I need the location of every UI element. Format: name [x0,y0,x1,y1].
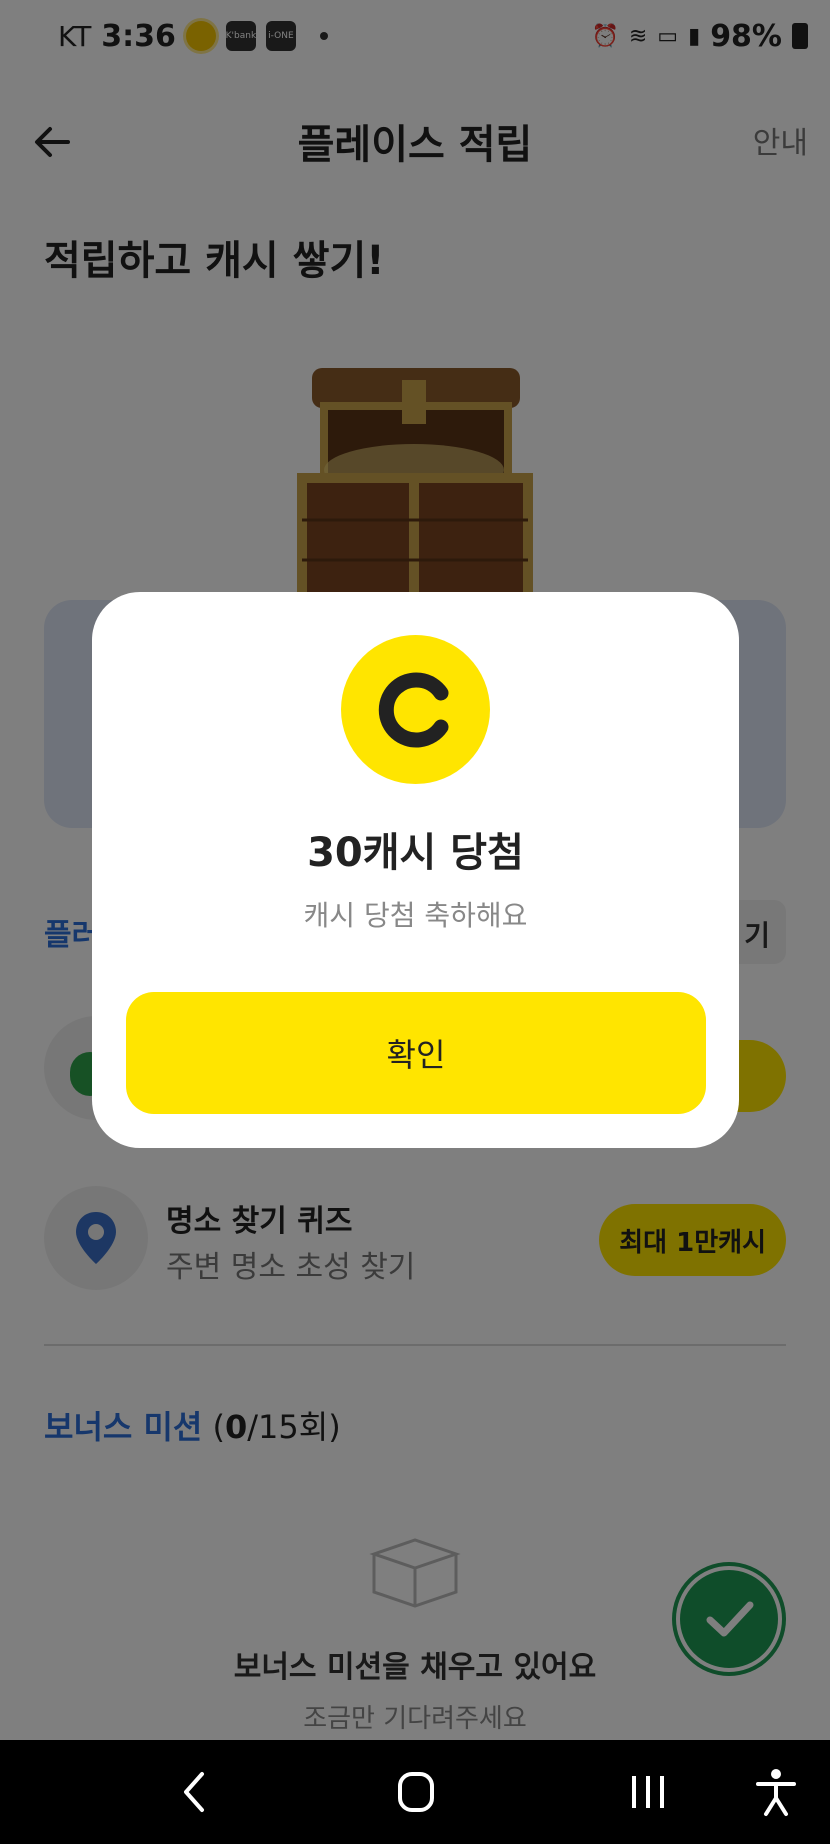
reward-dialog: 30캐시 당첨 캐시 당첨 축하해요 확인 [92,592,739,1148]
accessibility-icon[interactable] [748,1766,804,1818]
system-nav-bar [0,1740,830,1844]
nav-back-icon[interactable] [168,1766,224,1818]
cash-c-icon [341,635,490,784]
dialog-title: 30캐시 당첨 [307,830,524,876]
confirm-button[interactable]: 확인 [126,992,706,1114]
dialog-subtitle: 캐시 당첨 축하해요 [303,899,528,932]
nav-home-icon[interactable] [388,1766,444,1818]
nav-recents-icon[interactable] [620,1766,676,1818]
